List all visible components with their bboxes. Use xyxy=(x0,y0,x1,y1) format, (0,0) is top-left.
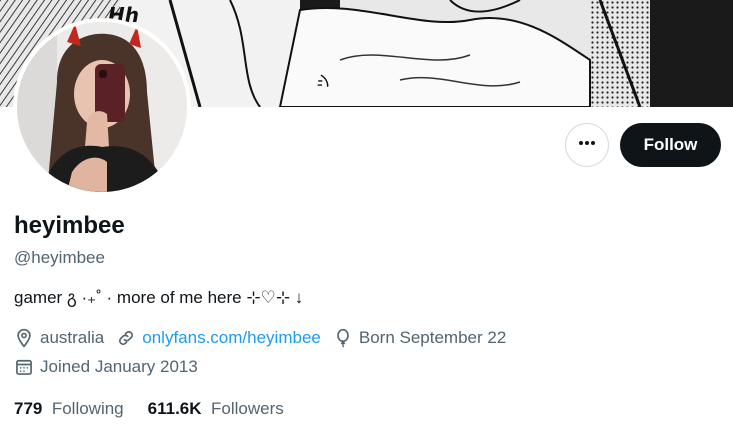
followers-label: Followers xyxy=(210,399,284,418)
profile-meta-row: australia onlyfans.com/heyimbee Born Sep… xyxy=(14,328,518,348)
location-item: australia xyxy=(14,328,104,348)
balloon-icon xyxy=(337,328,349,348)
followers-count: 611.6K xyxy=(147,399,207,418)
location-icon xyxy=(17,328,31,348)
username-handle: @heyimbee xyxy=(14,248,105,267)
joined-text: Joined January 2013 xyxy=(40,357,198,376)
joined-item: Joined January 2013 xyxy=(14,357,198,377)
birthday-text: Born September 22 xyxy=(358,328,507,347)
avatar[interactable] xyxy=(17,22,187,192)
following-count: 779 xyxy=(14,399,48,418)
follow-stats: 779 Following 611.6K Followers xyxy=(14,399,308,419)
more-options-button[interactable] xyxy=(565,123,609,167)
calendar-icon xyxy=(16,359,32,375)
profile-bio: gamer გ ·₊˚ · more of me here ⊹♡⊹ ↓ xyxy=(14,288,304,307)
following-label: Following xyxy=(51,399,124,418)
follow-button[interactable]: Follow xyxy=(620,123,721,167)
following-link[interactable]: 779 Following xyxy=(14,399,124,419)
website-item[interactable]: onlyfans.com/heyimbee xyxy=(116,328,321,348)
display-name: heyimbee xyxy=(14,212,125,239)
avatar-photo xyxy=(17,22,187,192)
birthday-item: Born September 22 xyxy=(333,328,506,348)
followers-link[interactable]: 611.6K Followers xyxy=(148,399,284,419)
link-icon xyxy=(119,331,134,345)
more-icon xyxy=(577,133,597,158)
location-text: australia xyxy=(40,328,105,347)
website-link[interactable]: onlyfans.com/heyimbee xyxy=(142,328,321,348)
profile-meta-row-joined: Joined January 2013 xyxy=(14,357,210,377)
